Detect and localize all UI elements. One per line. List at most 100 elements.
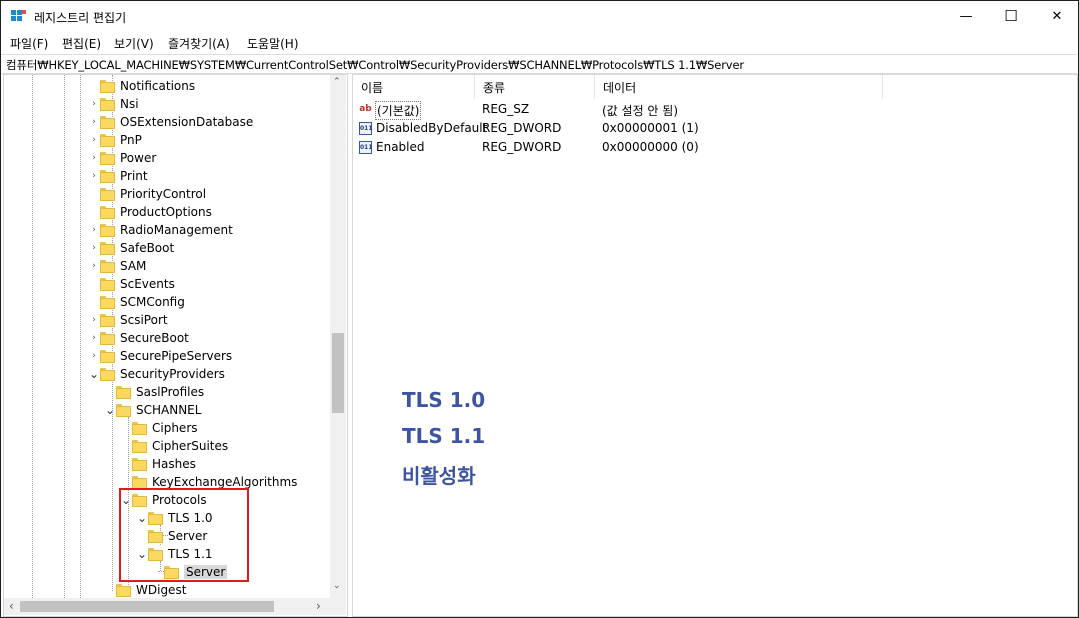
value-data: 0x00000001 (1) — [602, 121, 699, 135]
close-button[interactable]: ✕ — [1034, 1, 1079, 31]
scroll-down-arrow-icon[interactable]: ⌄ — [333, 581, 341, 591]
menu-file[interactable]: 파일(F) — [10, 35, 48, 52]
expander-chevron-icon[interactable]: › — [88, 131, 100, 149]
menu-help[interactable]: 도움말(H) — [247, 35, 299, 52]
tree-node[interactable]: ⌄ SCHANNEL — [104, 401, 201, 419]
folder-icon — [100, 331, 115, 345]
expander-chevron-icon[interactable]: › — [88, 311, 100, 329]
key-tree-pane[interactable]: Notifications › Nsi › OSExtensionDatabase › Pn… — [3, 74, 348, 617]
expander-chevron-icon[interactable]: › — [88, 149, 100, 167]
tree-guide-line — [64, 75, 65, 598]
scroll-up-arrow-icon[interactable]: ⌃ — [333, 77, 341, 87]
tree-node[interactable]: ProductOptions — [88, 203, 212, 221]
tree-node[interactable]: › SafeBoot — [88, 239, 174, 257]
expander-chevron-icon[interactable]: › — [88, 257, 100, 275]
column-header-name[interactable]: 이름 — [353, 75, 475, 99]
tree-node[interactable]: › SecurePipeServers — [88, 347, 232, 365]
expander-chevron-icon[interactable] — [88, 293, 100, 311]
folder-icon — [132, 421, 147, 435]
tree-node[interactable]: Notifications — [88, 77, 195, 95]
folder-icon — [132, 439, 147, 453]
expander-chevron-icon[interactable]: › — [88, 347, 100, 365]
title-bar: 레지스트리 편집기 — ☐ ✕ — [1, 1, 1078, 31]
tree-node[interactable]: › Power — [88, 149, 156, 167]
tree-node[interactable]: › ScsiPort — [88, 311, 167, 329]
expander-chevron-icon[interactable]: › — [88, 329, 100, 347]
tree-node-label: Nsi — [120, 97, 139, 111]
scroll-left-arrow-icon[interactable]: ‹ — [9, 599, 14, 613]
tree-node[interactable]: SCMConfig — [88, 293, 185, 311]
tree-node[interactable]: SaslProfiles — [104, 383, 204, 401]
expander-chevron-icon[interactable] — [104, 383, 116, 401]
maximize-button[interactable]: ☐ — [988, 1, 1034, 31]
expander-chevron-icon[interactable] — [120, 455, 132, 473]
expander-chevron-icon[interactable]: › — [88, 239, 100, 257]
menu-favorites[interactable]: 즐겨찾기(A) — [168, 35, 230, 52]
annotation-disable: 비활성화 — [402, 464, 476, 488]
tree-node[interactable]: Ciphers — [120, 419, 198, 437]
scroll-right-arrow-icon[interactable]: › — [316, 599, 321, 613]
folder-icon — [100, 133, 115, 147]
tree-node[interactable]: › Print — [88, 167, 148, 185]
folder-icon — [100, 187, 115, 201]
column-header-data[interactable]: 데이터 — [595, 75, 883, 99]
value-name: Enabled — [376, 140, 425, 154]
address-bar[interactable]: 컴퓨터₩HKEY_LOCAL_MACHINE₩SYSTEM₩CurrentCon… — [1, 54, 1077, 74]
folder-icon — [116, 583, 131, 597]
expander-chevron-icon[interactable] — [88, 185, 100, 203]
tree-vertical-scroll-thumb[interactable] — [332, 333, 344, 413]
tree-node[interactable]: › OSExtensionDatabase — [88, 113, 253, 131]
tree-node-label: Print — [120, 169, 148, 183]
menu-edit[interactable]: 편집(E) — [62, 35, 101, 52]
value-name: (기본값) — [375, 101, 422, 120]
string-value-icon: ab — [359, 104, 372, 114]
tree-node[interactable]: › SecureBoot — [88, 329, 189, 347]
tree-node-label: RadioManagement — [120, 223, 233, 237]
tree-node-label: PnP — [120, 133, 142, 147]
folder-icon — [100, 115, 115, 129]
tree-node[interactable]: Hashes — [120, 455, 196, 473]
value-row[interactable]: ab (기본값) REG_SZ (값 설정 안 됨) — [353, 100, 893, 120]
column-header-type[interactable]: 종류 — [475, 75, 595, 99]
scrollbar-corner — [330, 598, 346, 615]
expander-chevron-icon[interactable]: › — [88, 167, 100, 185]
value-row[interactable]: 011 DisabledByDefault REG_DWORD 0x000000… — [353, 119, 893, 138]
tree-node-label: SAM — [120, 259, 147, 273]
value-row[interactable]: 011 Enabled REG_DWORD 0x00000000 (0) — [353, 138, 893, 157]
expander-chevron-icon[interactable] — [120, 437, 132, 455]
tree-node-label: Hashes — [152, 457, 196, 471]
expander-chevron-icon[interactable]: › — [88, 95, 100, 113]
expander-chevron-icon[interactable] — [104, 581, 116, 599]
tree-horizontal-scrollbar[interactable]: ‹ › — [4, 598, 330, 615]
tree-node[interactable]: ScEvents — [88, 275, 175, 293]
menu-view[interactable]: 보기(V) — [114, 35, 154, 52]
tree-horizontal-scroll-thumb[interactable] — [20, 601, 274, 612]
expander-chevron-icon[interactable]: › — [88, 221, 100, 239]
tree-node-label: Ciphers — [152, 421, 198, 435]
tree-node[interactable]: › SAM — [88, 257, 146, 275]
expander-chevron-icon[interactable] — [88, 275, 100, 293]
tree-node[interactable]: › PnP — [88, 131, 142, 149]
tree-node-label: KeyExchangeAlgorithms — [152, 475, 298, 489]
values-list-pane[interactable]: 이름 종류 데이터 ab (기본값) REG_SZ (값 설정 안 됨) 011… — [352, 74, 1078, 617]
expander-chevron-icon[interactable]: ⌄ — [104, 401, 116, 419]
tree-node[interactable]: WDigest — [104, 581, 186, 599]
tree-guide-line — [32, 75, 33, 598]
tree-vertical-scrollbar[interactable]: ⌃ ⌄ — [330, 75, 346, 599]
value-data: (값 설정 안 됨) — [602, 104, 679, 118]
tree-node[interactable]: › RadioManagement — [88, 221, 233, 239]
address-path[interactable]: 컴퓨터₩HKEY_LOCAL_MACHINE₩SYSTEM₩CurrentCon… — [6, 57, 744, 73]
expander-chevron-icon[interactable]: › — [88, 113, 100, 131]
tree-node[interactable]: CipherSuites — [120, 437, 228, 455]
tree-node[interactable]: ⌄ SecurityProviders — [88, 365, 225, 383]
expander-chevron-icon[interactable]: ⌄ — [88, 365, 100, 383]
expander-chevron-icon[interactable] — [120, 419, 132, 437]
minimize-button[interactable]: — — [943, 1, 989, 31]
dword-value-icon: 011 — [359, 122, 373, 135]
expander-chevron-icon[interactable] — [88, 77, 100, 95]
tree-node[interactable]: PriorityControl — [88, 185, 206, 203]
annotation-tls11: TLS 1.1 — [402, 424, 486, 448]
tree-node[interactable]: › Nsi — [88, 95, 139, 113]
dword-value-icon: 011 — [359, 141, 373, 154]
expander-chevron-icon[interactable] — [88, 203, 100, 221]
